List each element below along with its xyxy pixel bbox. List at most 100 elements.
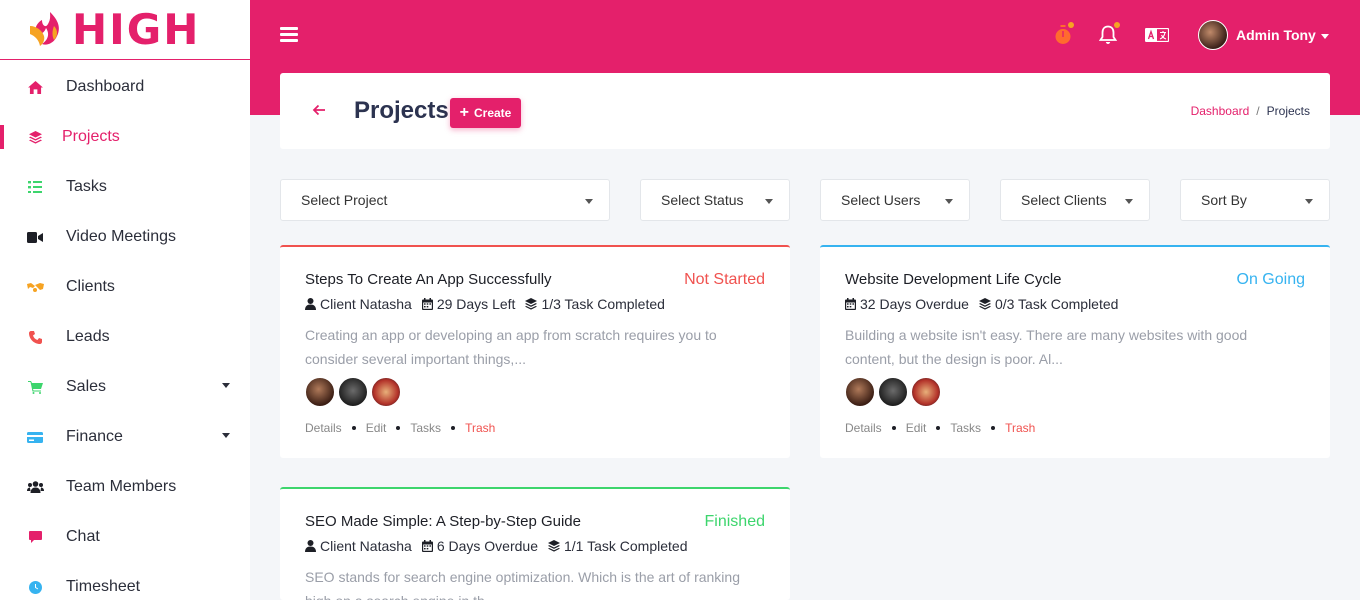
- home-icon: [25, 77, 45, 97]
- status-badge: Finished: [704, 513, 765, 530]
- chevron-down-icon: [222, 383, 230, 388]
- select-project-dropdown[interactable]: Select Project: [280, 179, 610, 221]
- sidebar-item-video-meetings[interactable]: Video Meetings: [0, 212, 250, 262]
- bell-icon[interactable]: [1097, 22, 1120, 46]
- tasks-link[interactable]: Tasks: [950, 421, 981, 435]
- user-icon: [305, 298, 316, 310]
- project-deadline: 29 Days Left: [421, 296, 515, 312]
- user-name: Admin Tony: [1236, 27, 1316, 43]
- sort-by-value: Sort By: [1201, 192, 1247, 208]
- chevron-down-icon: [1305, 199, 1313, 204]
- task-progress: 1/1 Task Completed: [564, 538, 688, 554]
- layers-icon: [548, 540, 560, 552]
- phone-icon: [25, 327, 45, 347]
- days-overdue: 32 Days Overdue: [860, 296, 969, 312]
- sidebar-item-leads[interactable]: Leads: [0, 312, 250, 362]
- avatar[interactable]: [878, 377, 908, 407]
- back-arrow-icon[interactable]: [312, 103, 326, 117]
- select-status-dropdown[interactable]: Select Status: [640, 179, 790, 221]
- project-client: Client Natasha: [305, 296, 412, 312]
- sidebar-item-label: Leads: [66, 328, 110, 345]
- client-name: Client Natasha: [320, 296, 412, 312]
- project-title[interactable]: SEO Made Simple: A Step-by-Step Guide: [305, 513, 581, 530]
- sidebar-item-projects[interactable]: Projects: [0, 112, 250, 162]
- details-link[interactable]: Details: [305, 421, 342, 435]
- project-meta: Client Natasha 6 Days Overdue 1/1 Task C…: [305, 538, 697, 554]
- avatar[interactable]: [305, 377, 335, 407]
- project-actions: Details Edit Tasks Trash: [305, 421, 495, 435]
- sidebar-item-label: Tasks: [66, 178, 107, 195]
- project-meta: 32 Days Overdue 0/3 Task Completed: [845, 296, 1128, 312]
- stopwatch-icon[interactable]: [1052, 22, 1074, 46]
- member-avatars: [845, 377, 944, 407]
- chevron-down-icon: [222, 433, 230, 438]
- project-title[interactable]: Website Development Life Cycle: [845, 271, 1062, 288]
- edit-link[interactable]: Edit: [366, 421, 387, 435]
- status-badge: On Going: [1236, 271, 1305, 288]
- project-tasks: 0/3 Task Completed: [978, 296, 1118, 312]
- tasks-link[interactable]: Tasks: [410, 421, 441, 435]
- project-card: SEO Made Simple: A Step-by-Step Guide Fi…: [280, 487, 790, 600]
- create-label: Create: [473, 106, 512, 120]
- handshake-icon: [25, 277, 45, 297]
- layers-icon: [978, 298, 991, 310]
- sidebar-item-sales[interactable]: Sales: [0, 362, 250, 412]
- project-deadline: 32 Days Overdue: [845, 296, 969, 312]
- sidebar-item-label: Projects: [62, 128, 120, 145]
- create-project-button[interactable]: + Create: [450, 98, 521, 128]
- page-title: Projects: [354, 97, 449, 124]
- sidebar-item-dashboard[interactable]: Dashboard: [0, 62, 250, 112]
- sidebar-item-label: Finance: [66, 428, 123, 445]
- days-overdue: 6 Days Overdue: [436, 538, 538, 554]
- sidebar-item-label: Timesheet: [66, 578, 141, 595]
- project-description: Creating an app or developing an app fro…: [305, 327, 717, 367]
- hamburger-menu-icon[interactable]: [280, 27, 298, 43]
- avatar[interactable]: [338, 377, 368, 407]
- avatar[interactable]: [371, 377, 401, 407]
- avatar[interactable]: [911, 377, 941, 407]
- user-menu[interactable]: Admin Tony: [1198, 20, 1329, 50]
- clock-icon: [25, 577, 45, 597]
- project-meta: Client Natasha 29 Days Left 1/3 Task Com…: [305, 296, 675, 312]
- chevron-down-icon: [765, 199, 773, 204]
- separator-dot: [991, 426, 996, 430]
- sidebar-item-clients[interactable]: Clients: [0, 262, 250, 312]
- separator-dot: [451, 426, 456, 430]
- chevron-down-icon: [585, 199, 593, 204]
- project-tasks: 1/3 Task Completed: [525, 296, 665, 312]
- layers-icon: [25, 127, 45, 147]
- calendar-icon: [845, 298, 856, 310]
- trash-link[interactable]: Trash: [465, 421, 495, 435]
- edit-link[interactable]: Edit: [906, 421, 927, 435]
- project-deadline: 6 Days Overdue: [421, 538, 538, 554]
- select-clients-value: Select Clients: [1021, 192, 1107, 208]
- project-description: SEO stands for search engine optimizatio…: [305, 569, 740, 600]
- chevron-down-icon: [1320, 33, 1329, 39]
- trash-link[interactable]: Trash: [1005, 421, 1035, 435]
- sidebar-item-tasks[interactable]: Tasks: [0, 162, 250, 212]
- breadcrumb: Dashboard / Projects: [1191, 104, 1310, 118]
- layers-icon: [525, 298, 538, 310]
- sidebar: HIGH Dashboard Projects Tasks Video Meet…: [0, 0, 250, 600]
- sidebar-item-team-members[interactable]: Team Members: [0, 462, 250, 512]
- sidebar-nav: Dashboard Projects Tasks Video Meetings …: [0, 62, 250, 600]
- calendar-icon: [421, 540, 433, 552]
- sort-by-dropdown[interactable]: Sort By: [1180, 179, 1330, 221]
- select-users-dropdown[interactable]: Select Users: [820, 179, 970, 221]
- sidebar-item-timesheet[interactable]: Timesheet: [0, 562, 250, 600]
- logo[interactable]: HIGH: [0, 0, 250, 60]
- sidebar-item-finance[interactable]: Finance: [0, 412, 250, 462]
- avatar[interactable]: [845, 377, 875, 407]
- separator-dot: [396, 426, 401, 430]
- language-icon[interactable]: [1145, 24, 1169, 46]
- chevron-down-icon: [945, 199, 953, 204]
- breadcrumb-dashboard[interactable]: Dashboard: [1191, 104, 1250, 118]
- project-title[interactable]: Steps To Create An App Successfully: [305, 271, 552, 288]
- project-actions: Details Edit Tasks Trash: [845, 421, 1035, 435]
- status-badge: Not Started: [684, 271, 765, 288]
- select-clients-dropdown[interactable]: Select Clients: [1000, 179, 1150, 221]
- sidebar-item-chat[interactable]: Chat: [0, 512, 250, 562]
- select-project-value: Select Project: [301, 192, 388, 208]
- logo-text: HIGH: [72, 4, 201, 54]
- details-link[interactable]: Details: [845, 421, 882, 435]
